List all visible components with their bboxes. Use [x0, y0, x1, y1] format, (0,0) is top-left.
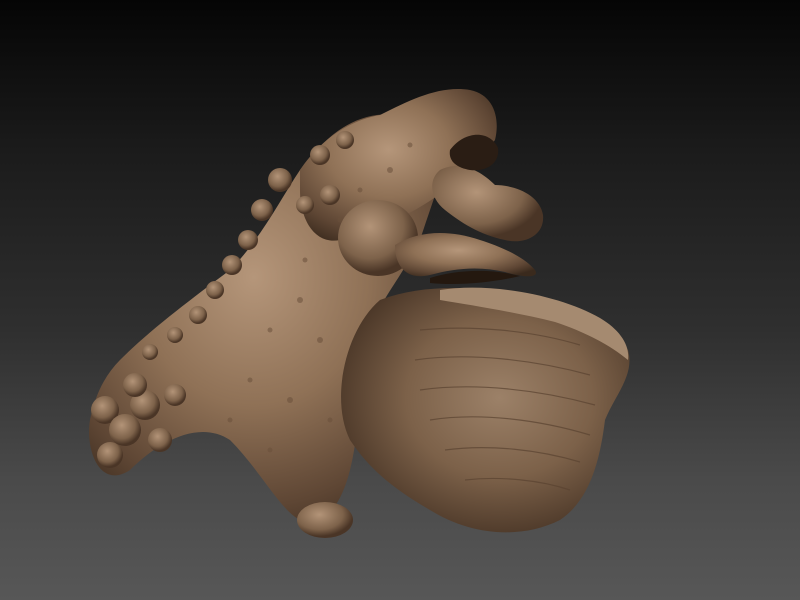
- 3d-viewport[interactable]: [0, 0, 800, 600]
- chin-knob: [297, 502, 353, 538]
- nose-bulge: [432, 165, 544, 242]
- sculpted-model[interactable]: [0, 0, 800, 600]
- mouth-slit: [430, 270, 520, 285]
